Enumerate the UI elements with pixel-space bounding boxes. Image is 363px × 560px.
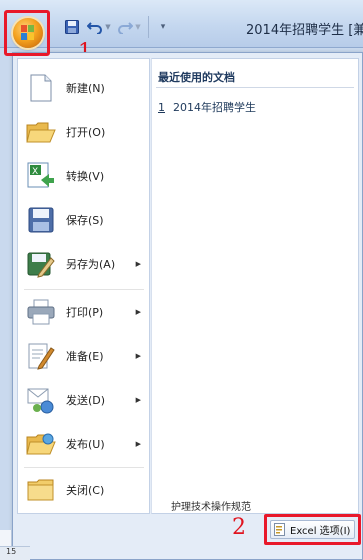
excel-options-highlight: Excel 选项(I) bbox=[264, 514, 361, 545]
office-button[interactable] bbox=[13, 18, 43, 48]
office-logo-icon bbox=[21, 25, 34, 40]
office-button-highlight bbox=[4, 10, 50, 56]
menu-item-label: 发布(U) bbox=[66, 438, 105, 451]
menu-item-label: 打印(P) bbox=[66, 306, 104, 319]
options-icon bbox=[274, 523, 285, 536]
excel-options-button[interactable]: Excel 选项(I) bbox=[270, 520, 355, 539]
open-folder-icon bbox=[26, 117, 56, 147]
menu-item-new[interactable]: 新建(N) bbox=[18, 67, 149, 109]
menu-divider bbox=[24, 467, 144, 468]
recent-document-number: 1 bbox=[158, 101, 165, 114]
toolbar-divider bbox=[148, 16, 149, 38]
new-document-icon bbox=[26, 73, 56, 103]
menu-item-open[interactable]: 打开(O) bbox=[18, 111, 149, 153]
row-header: 15 bbox=[0, 546, 30, 560]
menu-item-save[interactable]: 保存(S) bbox=[18, 199, 149, 241]
recent-documents-panel: 最近使用的文档 1 2014年招聘学生 bbox=[151, 58, 359, 514]
menu-divider bbox=[24, 289, 144, 290]
prepare-icon bbox=[26, 341, 56, 371]
menu-commands: 新建(N) 打开(O) X 转换(V) 保存(S) 另存为(A) ▶ 打印(P)… bbox=[17, 58, 150, 514]
save-icon[interactable] bbox=[64, 18, 80, 36]
convert-icon: X bbox=[26, 161, 56, 191]
submenu-arrow-icon: ▶ bbox=[135, 308, 141, 316]
submenu-arrow-icon: ▶ bbox=[135, 352, 141, 360]
excel-options-label: Excel 选项(I) bbox=[290, 526, 351, 537]
menu-item-label: 转换(V) bbox=[66, 170, 105, 183]
recent-divider bbox=[156, 87, 354, 88]
recent-document-item[interactable]: 1 2014年招聘学生 bbox=[158, 99, 256, 115]
close-folder-icon bbox=[26, 475, 56, 505]
printer-icon bbox=[26, 297, 56, 327]
submenu-arrow-icon: ▶ bbox=[135, 260, 141, 268]
submenu-arrow-icon: ▶ bbox=[135, 440, 141, 448]
undo-dropdown-icon[interactable]: ▼ bbox=[104, 18, 112, 36]
menu-item-publish[interactable]: 发布(U) ▶ bbox=[18, 423, 149, 465]
window-title: 2014年招聘学生 [兼容 bbox=[246, 23, 363, 38]
menu-item-convert[interactable]: X 转换(V) bbox=[18, 155, 149, 197]
publish-icon bbox=[26, 429, 56, 459]
undo-icon[interactable] bbox=[86, 18, 104, 36]
menu-item-print[interactable]: 打印(P) ▶ bbox=[18, 291, 149, 333]
menu-item-label: 保存(S) bbox=[66, 214, 104, 227]
svg-text:X: X bbox=[32, 167, 38, 177]
recent-document-name: 2014年招聘学生 bbox=[173, 101, 256, 114]
recent-document-partial[interactable]: 护理技术操作规范 bbox=[171, 498, 251, 513]
menu-item-close[interactable]: 关闭(C) bbox=[18, 469, 149, 511]
menu-item-label: 关闭(C) bbox=[66, 484, 105, 497]
menu-item-send[interactable]: 发送(D) ▶ bbox=[18, 379, 149, 421]
menu-item-label: 准备(E) bbox=[66, 350, 104, 363]
menu-item-label: 打开(O) bbox=[66, 126, 106, 139]
menu-item-label: 新建(N) bbox=[66, 82, 105, 95]
save-icon bbox=[26, 205, 56, 235]
redo-icon[interactable] bbox=[116, 18, 134, 36]
office-menu: 新建(N) 打开(O) X 转换(V) 保存(S) 另存为(A) ▶ 打印(P)… bbox=[12, 52, 363, 560]
title-bar: ▼ ▼ ▾ 2014年招聘学生 [兼容 bbox=[0, 0, 363, 48]
save-as-icon bbox=[26, 249, 56, 279]
customize-toolbar-icon[interactable]: ▾ bbox=[158, 18, 168, 36]
menu-item-label: 发送(D) bbox=[66, 394, 106, 407]
menu-item-save-as[interactable]: 另存为(A) ▶ bbox=[18, 243, 149, 285]
send-icon bbox=[26, 385, 56, 415]
menu-item-label: 另存为(A) bbox=[66, 258, 116, 271]
menu-item-prepare[interactable]: 准备(E) ▶ bbox=[18, 335, 149, 377]
step-2-annotation: 2 bbox=[232, 515, 246, 540]
submenu-arrow-icon: ▶ bbox=[135, 396, 141, 404]
recent-documents-title: 最近使用的文档 bbox=[158, 71, 235, 84]
redo-dropdown-icon[interactable]: ▼ bbox=[134, 18, 142, 36]
